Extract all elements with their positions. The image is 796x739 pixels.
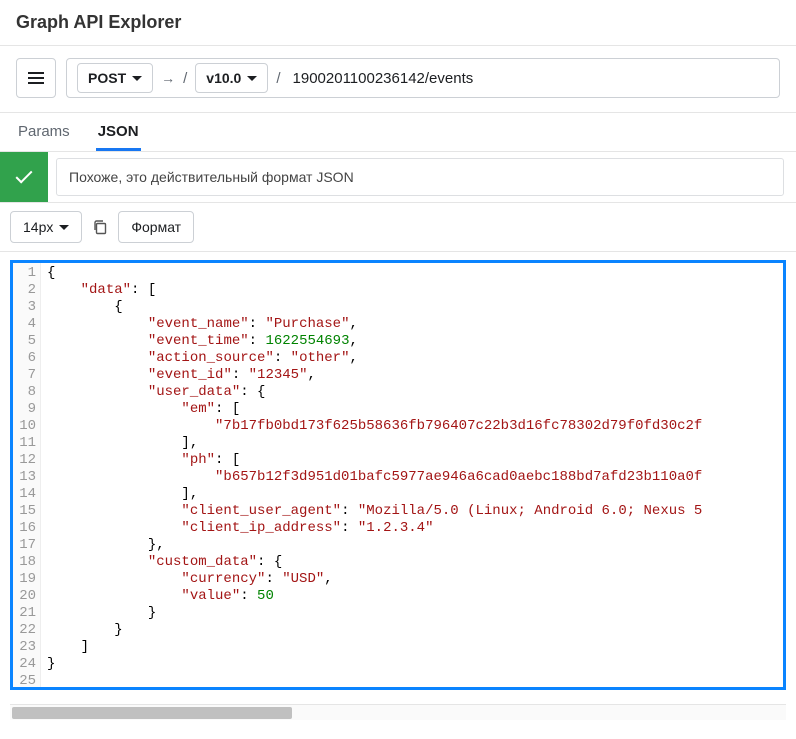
tab-json[interactable]: JSON [96, 113, 141, 151]
code-area[interactable]: { "data": [ { "event_name": "Purchase", … [41, 263, 783, 687]
copy-button[interactable] [92, 219, 108, 235]
scrollbar-thumb[interactable] [12, 707, 292, 719]
hamburger-icon [28, 72, 44, 84]
version-select[interactable]: v10.0 [195, 63, 268, 93]
tabs: Params JSON [0, 113, 796, 152]
version-label: v10.0 [206, 70, 241, 86]
arrow-icon: → [161, 70, 175, 86]
caret-down-icon [247, 76, 257, 81]
validation-message: Похоже, это действительный формат JSON [56, 158, 784, 196]
slash: / [276, 70, 280, 87]
path-input[interactable] [289, 66, 769, 91]
request-toolbar: POST → / v10.0 / [0, 46, 796, 113]
tab-params[interactable]: Params [16, 113, 72, 151]
header: Graph API Explorer [0, 0, 796, 46]
page-title: Graph API Explorer [16, 12, 780, 33]
url-bar: POST → / v10.0 / [66, 58, 780, 98]
font-size-label: 14px [23, 219, 53, 235]
font-size-select[interactable]: 14px [10, 211, 82, 243]
slash: / [183, 70, 187, 87]
format-label: Формат [131, 219, 181, 235]
check-icon [16, 167, 33, 184]
horizontal-scrollbar[interactable] [10, 704, 786, 720]
format-button[interactable]: Формат [118, 211, 194, 243]
caret-down-icon [132, 76, 142, 81]
method-label: POST [88, 70, 126, 86]
json-editor[interactable]: 1234567891011121314151617181920212223242… [10, 260, 786, 690]
status-success-icon [0, 152, 48, 202]
menu-button[interactable] [16, 58, 56, 98]
caret-down-icon [59, 225, 69, 230]
editor-toolbar: 14px Формат [0, 203, 796, 252]
method-select[interactable]: POST [77, 63, 153, 93]
validation-row: Похоже, это действительный формат JSON [0, 152, 796, 203]
line-gutter: 1234567891011121314151617181920212223242… [13, 263, 41, 687]
